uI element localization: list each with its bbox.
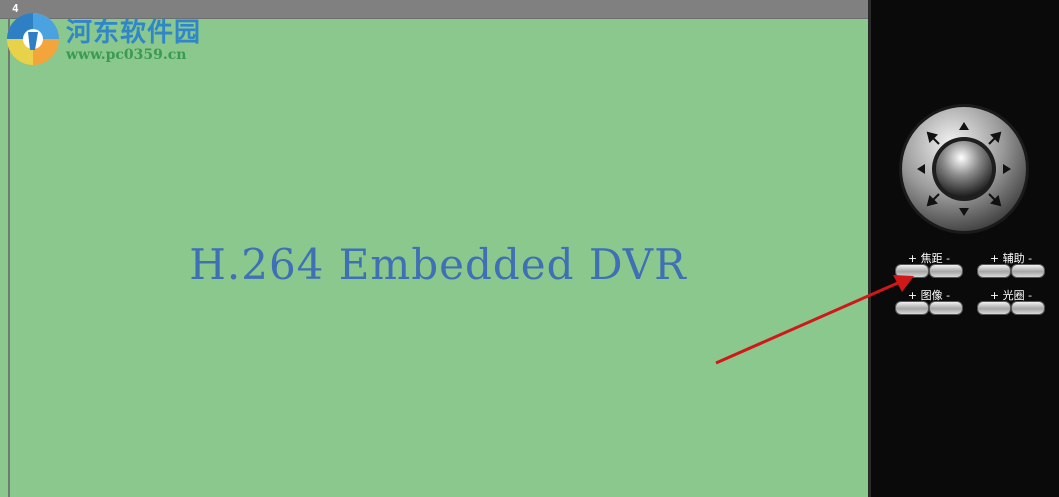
ptz-control-panel: + 焦距 - + 辅助 - + 图像 - + 光圈 - [868, 0, 1059, 497]
image-minus-button[interactable] [929, 301, 963, 315]
watermark-title: 河东软件园 [66, 18, 202, 48]
aux-plus-button[interactable] [977, 264, 1011, 278]
red-arrow-icon [715, 275, 914, 365]
aux-minus-button[interactable] [1011, 264, 1045, 278]
focus-minus-button[interactable] [929, 264, 963, 278]
aux-control: + 辅助 - [971, 250, 1051, 280]
iris-control: + 光圈 - [971, 287, 1051, 317]
video-display[interactable]: 4 H.264 Embedded DVR [0, 0, 868, 497]
ptz-direction-dial-icon[interactable] [897, 102, 1031, 236]
iris-plus-button[interactable] [977, 301, 1011, 315]
watermark-url: www.pc0359.cn [66, 47, 187, 63]
watermark-logo-icon [7, 13, 59, 65]
iris-minus-button[interactable] [1011, 301, 1045, 315]
